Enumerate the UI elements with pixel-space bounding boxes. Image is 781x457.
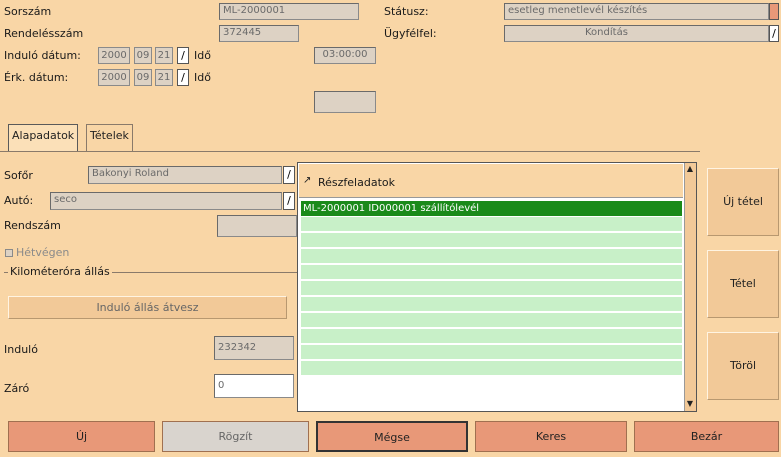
indulo-time-field[interactable]: 03:00:00 <box>314 47 376 64</box>
tab-tetelek[interactable]: Tételek <box>86 124 133 151</box>
list-row[interactable] <box>301 265 682 280</box>
list-row[interactable] <box>301 329 682 344</box>
ugyfel-label: Ügyfélfel: <box>384 27 437 40</box>
list-scrollbar[interactable] <box>684 163 696 411</box>
sofor-field[interactable]: Bakonyi Roland <box>88 166 282 184</box>
ugyfel-picker-button[interactable]: / <box>769 25 779 42</box>
indulo-allas-atvesz-button[interactable]: Induló állás átvesz <box>8 296 287 319</box>
megse-button[interactable]: Mégse <box>316 421 468 452</box>
zaro-km-label: Záró <box>4 382 30 395</box>
uj-tetel-button[interactable]: Új tétel <box>707 168 779 236</box>
list-header-label: Részfeladatok <box>318 176 395 189</box>
list-row[interactable] <box>301 233 682 248</box>
tab-alapadatok[interactable]: Alapadatok <box>8 124 79 151</box>
indulo-km-label: Induló <box>4 343 38 356</box>
hetvegen-label: Hétvégen <box>16 246 70 259</box>
list-row[interactable] <box>301 249 682 264</box>
auto-picker-button[interactable]: / <box>283 192 295 210</box>
statusz-field[interactable]: esetleg menetlevél készítés <box>504 3 769 20</box>
bezar-button[interactable]: Bezár <box>634 421 779 452</box>
sofor-label: Sofőr <box>4 169 33 182</box>
auto-field[interactable]: seco <box>50 192 282 210</box>
ugyfel-field[interactable]: Kondítás <box>504 25 769 42</box>
sorszam-label: Sorszám <box>4 5 52 18</box>
erkezo-date-picker-button[interactable]: / <box>177 69 189 86</box>
rendelesszam-label: Rendelésszám <box>4 27 84 40</box>
sorszam-field[interactable]: ML-2000001 <box>219 3 359 20</box>
list-row-selected[interactable]: ML-2000001 ID000001 szállítólevél <box>301 201 682 216</box>
erkezo-day-field[interactable]: 21 <box>155 69 173 86</box>
sofor-picker-button[interactable]: / <box>283 166 295 184</box>
indulo-datum-label: Induló dátum: <box>4 49 81 62</box>
uj-button[interactable]: Új <box>8 421 155 452</box>
torol-button[interactable]: Töröl <box>707 332 779 400</box>
erkezo-time-field[interactable] <box>314 91 376 113</box>
hetvegen-checkbox[interactable] <box>5 249 13 257</box>
statusz-dropdown-button[interactable] <box>769 3 779 20</box>
rendszam-field[interactable] <box>217 215 297 237</box>
erkezo-datum-label: Érk. dátum: <box>4 71 69 84</box>
rendelesszam-field[interactable]: 372445 <box>219 25 299 42</box>
km-group-label: Kilométeróra állás <box>8 265 112 278</box>
indulo-year-field[interactable]: 2000 <box>98 47 130 64</box>
scroll-down-icon[interactable]: ▼ <box>685 398 695 410</box>
erkezo-year-field[interactable]: 2000 <box>98 69 130 86</box>
indulo-km-field[interactable]: 232342 <box>214 336 294 360</box>
list-row[interactable] <box>301 297 682 312</box>
tab-divider <box>0 151 700 152</box>
erkezo-ido-label: Idő <box>194 71 211 84</box>
erkezo-month-field[interactable]: 09 <box>134 69 152 86</box>
list-row[interactable] <box>301 361 682 376</box>
keres-button[interactable]: Keres <box>475 421 627 452</box>
statusz-label: Státusz: <box>384 5 429 18</box>
indulo-month-field[interactable]: 09 <box>134 47 152 64</box>
list-row[interactable] <box>301 345 682 360</box>
list-row[interactable] <box>301 281 682 296</box>
rendszam-label: Rendszám <box>4 219 61 232</box>
tetel-kivalaszt-button[interactable]: Tétel kiválaszt <box>707 250 779 356</box>
indulo-ido-label: Idő <box>194 49 211 62</box>
scroll-up-icon[interactable]: ▲ <box>685 163 695 175</box>
list-header-arrow-icon: ↗ <box>303 175 312 186</box>
auto-label: Autó: <box>4 194 34 207</box>
list-row[interactable] <box>301 217 682 232</box>
indulo-date-picker-button[interactable]: / <box>177 47 189 64</box>
zaro-km-field[interactable]: 0 <box>214 374 294 398</box>
list-row[interactable] <box>301 313 682 328</box>
indulo-day-field[interactable]: 21 <box>155 47 173 64</box>
rogzit-button[interactable]: Rögzít <box>162 421 309 452</box>
